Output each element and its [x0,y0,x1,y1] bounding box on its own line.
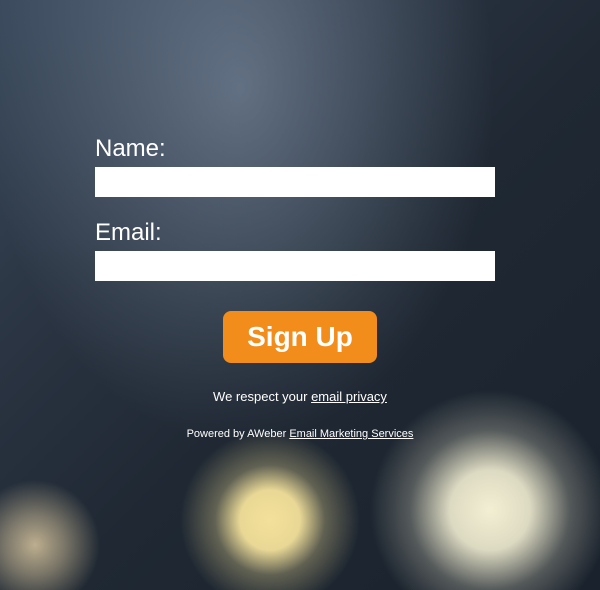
submit-row: Sign Up [95,311,505,363]
powered-prefix: Powered by AWeber [187,428,290,440]
privacy-prefix: We respect your [213,389,311,404]
name-label: Name: [95,135,505,163]
email-input[interactable] [95,251,495,281]
privacy-text: We respect your email privacy [95,389,505,404]
email-privacy-link[interactable]: email privacy [311,389,387,404]
email-marketing-services-link[interactable]: Email Marketing Services [289,428,413,440]
signup-button[interactable]: Sign Up [223,311,377,363]
email-field-group: Email: [95,219,505,281]
signup-form: Name: Email: Sign Up We respect your ema… [95,135,505,440]
email-label: Email: [95,219,505,247]
powered-by-text: Powered by AWeber Email Marketing Servic… [95,428,505,440]
name-field-group: Name: [95,135,505,197]
name-input[interactable] [95,167,495,197]
